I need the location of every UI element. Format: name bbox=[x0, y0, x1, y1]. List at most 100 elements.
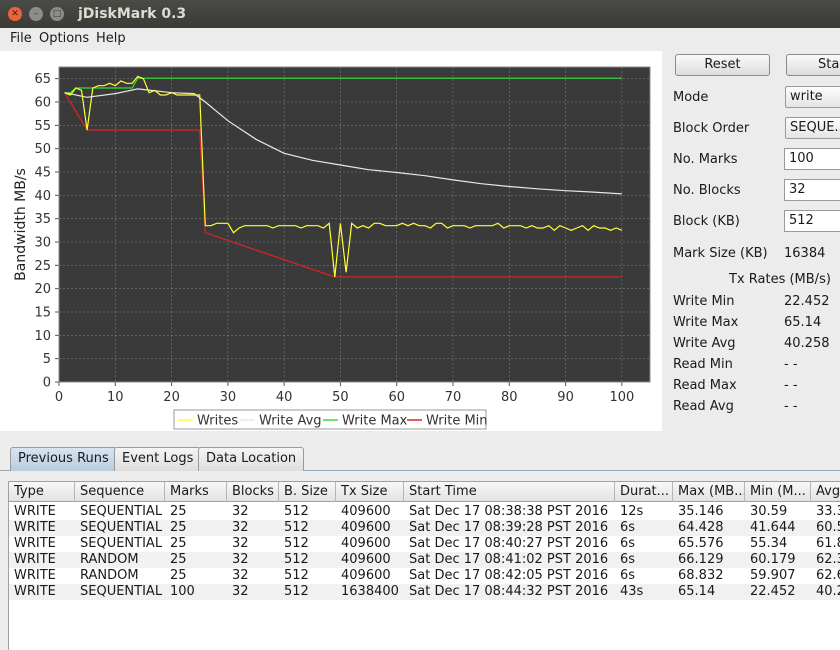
block-kb-input[interactable]: 512 bbox=[784, 210, 840, 232]
table-cell: 61.8 bbox=[816, 536, 840, 551]
table-cell: 512 bbox=[284, 568, 309, 583]
close-window-icon[interactable]: ✕ bbox=[8, 7, 22, 21]
tab-event-logs[interactable]: Event Logs bbox=[114, 447, 202, 471]
table-cell: WRITE bbox=[14, 568, 56, 583]
table-cell: 6s bbox=[620, 536, 636, 551]
x-tick-label: 70 bbox=[445, 390, 462, 405]
table-cell: Sat Dec 17 08:40:27 PST 2016 bbox=[409, 536, 609, 551]
x-tick-label: 0 bbox=[55, 390, 63, 405]
table-cell: 43s bbox=[620, 584, 644, 599]
y-tick-label: 40 bbox=[34, 189, 51, 204]
mark-size-label: Mark Size (KB) bbox=[673, 246, 768, 261]
table-cell: 32 bbox=[232, 536, 249, 551]
menu-help[interactable]: Help bbox=[96, 31, 126, 46]
no-blocks-input[interactable]: 32 bbox=[784, 179, 840, 201]
maximize-window-icon[interactable]: □ bbox=[50, 7, 64, 21]
table-cell: 40.2 bbox=[816, 584, 840, 599]
table-cell: 6s bbox=[620, 552, 636, 567]
table-cell: 60.179 bbox=[750, 552, 796, 567]
column-header[interactable]: Sequence bbox=[75, 482, 165, 502]
no-marks-input[interactable]: 100 bbox=[784, 148, 840, 170]
table-row[interactable]: WRITE RANDOM 25 32 512 409600 Sat Dec 17 08:42… bbox=[9, 568, 840, 584]
table-cell: 512 bbox=[284, 520, 309, 535]
x-tick-label: 80 bbox=[501, 390, 518, 405]
legend-label: Write Max bbox=[342, 414, 408, 429]
table-row[interactable]: WRITE SEQUENTIAL 25 32 512 409600 Sat Dec 17 0… bbox=[9, 504, 840, 520]
menu-options[interactable]: Options bbox=[39, 31, 89, 46]
y-tick-label: 60 bbox=[34, 96, 51, 111]
y-tick-label: 0 bbox=[43, 376, 51, 391]
write-max-label: Write Max bbox=[673, 315, 739, 330]
table-cell: 32 bbox=[232, 584, 249, 599]
x-tick-label: 60 bbox=[388, 390, 405, 405]
table-cell: RANDOM bbox=[80, 568, 139, 583]
table-cell: 25 bbox=[170, 552, 187, 567]
y-tick-label: 15 bbox=[34, 306, 51, 321]
tab-previous-runs[interactable]: Previous Runs bbox=[10, 447, 117, 471]
table-cell: 62.3 bbox=[816, 552, 840, 567]
table-cell: 512 bbox=[284, 552, 309, 567]
x-tick-label: 90 bbox=[557, 390, 574, 405]
table-cell: 1638400 bbox=[341, 584, 399, 599]
y-tick-label: 25 bbox=[34, 259, 51, 274]
read-max-value: - - bbox=[784, 378, 798, 393]
column-header[interactable]: Start Time bbox=[404, 482, 615, 502]
column-header[interactable]: Blocks bbox=[227, 482, 279, 502]
benchmark-controls: Reset Start Mode write Block Order SEQUE… bbox=[662, 51, 840, 431]
table-cell: RANDOM bbox=[80, 552, 139, 567]
table-cell: WRITE bbox=[14, 536, 56, 551]
column-header[interactable]: Min (M... bbox=[745, 482, 811, 502]
tab-data-location[interactable]: Data Location bbox=[198, 447, 305, 471]
read-max-label: Read Max bbox=[673, 378, 737, 393]
no-marks-label: No. Marks bbox=[673, 152, 738, 167]
read-min-label: Read Min bbox=[673, 357, 733, 372]
table-cell: 62.6 bbox=[816, 568, 840, 583]
table-cell: 409600 bbox=[341, 552, 391, 567]
table-cell: 25 bbox=[170, 504, 187, 519]
x-tick-label: 40 bbox=[276, 390, 293, 405]
table-cell: Sat Dec 17 08:38:38 PST 2016 bbox=[409, 504, 609, 519]
table-cell: 32 bbox=[232, 504, 249, 519]
table-cell: SEQUENTIAL bbox=[80, 504, 163, 519]
table-cell: 68.832 bbox=[678, 568, 724, 583]
table-cell: 100 bbox=[170, 584, 195, 599]
x-tick-label: 100 bbox=[609, 390, 634, 405]
column-header[interactable]: Max (MB... bbox=[673, 482, 745, 502]
table-cell: 512 bbox=[284, 504, 309, 519]
block-kb-label: Block (KB) bbox=[673, 214, 740, 229]
table-cell: 6s bbox=[620, 520, 636, 535]
column-header[interactable]: Durat... bbox=[615, 482, 673, 502]
table-cell: Sat Dec 17 08:42:05 PST 2016 bbox=[409, 568, 609, 583]
minimize-window-icon[interactable]: – bbox=[29, 7, 43, 21]
table-cell: SEQUENTIAL bbox=[80, 520, 163, 535]
table-cell: Sat Dec 17 08:39:28 PST 2016 bbox=[409, 520, 609, 535]
column-header[interactable]: Type bbox=[9, 482, 75, 502]
table-cell: 59.907 bbox=[750, 568, 796, 583]
table-row[interactable]: WRITE SEQUENTIAL 25 32 512 409600 Sat Dec 17 0… bbox=[9, 520, 840, 536]
table-row[interactable]: WRITE SEQUENTIAL 100 32 512 1638400 Sat Dec 17… bbox=[9, 584, 840, 600]
table-cell: 66.129 bbox=[678, 552, 724, 567]
column-header[interactable]: Marks bbox=[165, 482, 227, 502]
block-order-select[interactable]: SEQUE... bbox=[785, 117, 840, 139]
table-cell: 22.452 bbox=[750, 584, 796, 599]
legend-label: Write Avg bbox=[259, 414, 322, 429]
table-cell: 32 bbox=[232, 520, 249, 535]
table-cell: WRITE bbox=[14, 584, 56, 599]
column-header[interactable]: B. Size bbox=[279, 482, 336, 502]
start-button[interactable]: Start bbox=[786, 54, 840, 76]
reset-button[interactable]: Reset bbox=[675, 54, 770, 76]
mode-select[interactable]: write bbox=[785, 86, 840, 108]
table-row[interactable]: WRITE SEQUENTIAL 25 32 512 409600 Sat Dec 17 0… bbox=[9, 536, 840, 552]
table-cell: Sat Dec 17 08:44:32 PST 2016 bbox=[409, 584, 609, 599]
menu-file[interactable]: File bbox=[10, 31, 32, 46]
x-tick-label: 20 bbox=[163, 390, 180, 405]
y-tick-label: 10 bbox=[34, 329, 51, 344]
window-title: jDiskMark 0.3 bbox=[78, 6, 187, 22]
table-cell: SEQUENTIAL bbox=[80, 536, 163, 551]
table-cell: 41.644 bbox=[750, 520, 796, 535]
column-header[interactable]: Avg bbox=[811, 482, 840, 502]
column-header[interactable]: Tx Size bbox=[336, 482, 404, 502]
read-min-value: - - bbox=[784, 357, 798, 372]
table-row[interactable]: WRITE RANDOM 25 32 512 409600 Sat Dec 17 08:41… bbox=[9, 552, 840, 568]
write-avg-value: 40.258 bbox=[784, 336, 830, 351]
